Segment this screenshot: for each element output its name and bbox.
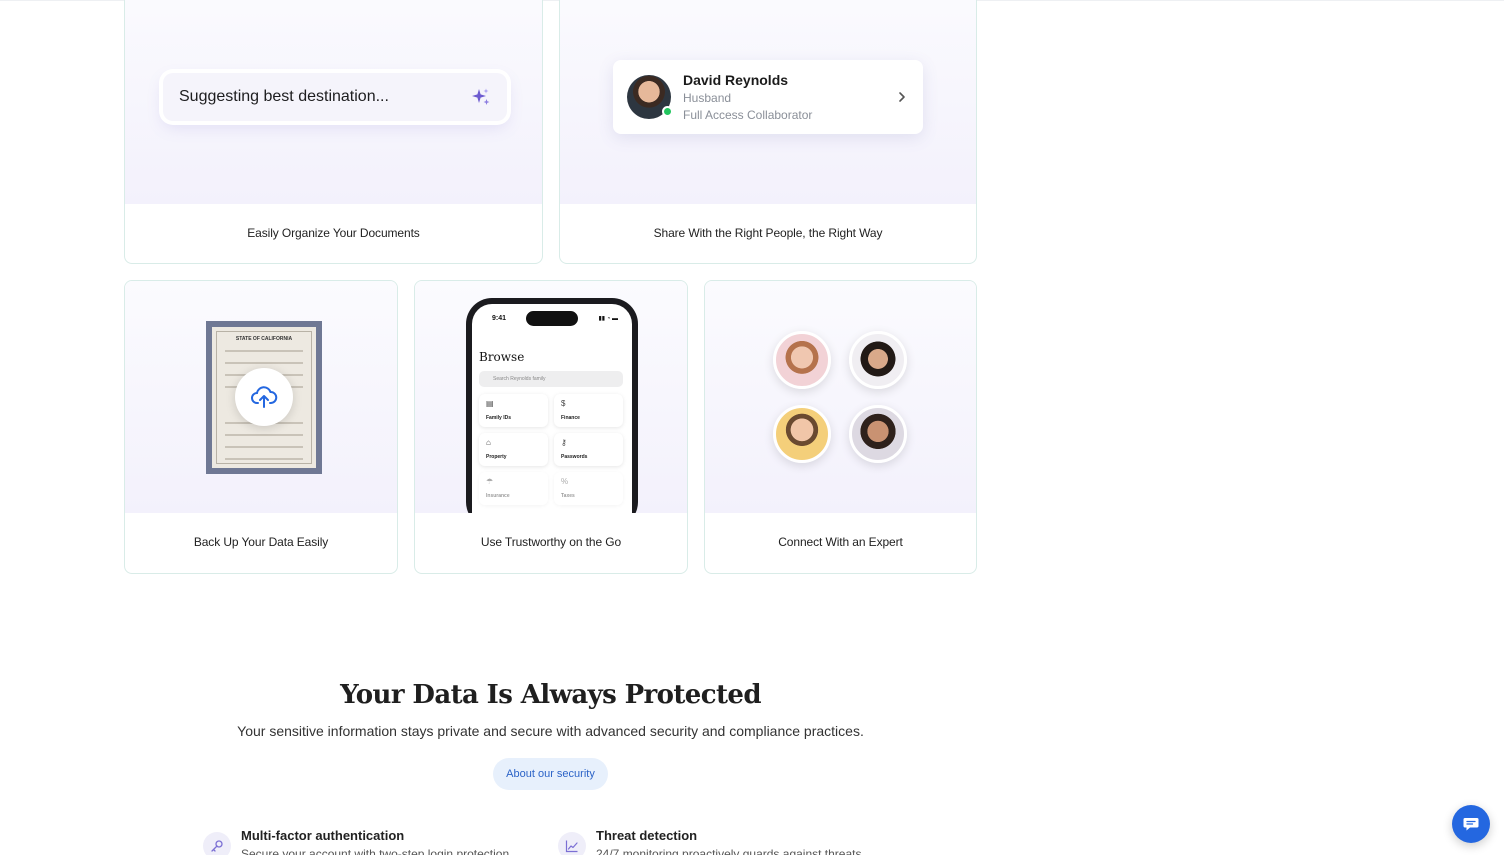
expert-avatar — [849, 331, 907, 389]
feature-threat-detection: Threat detection 24/7 monitoring proacti… — [558, 828, 861, 855]
feature-title: Multi-factor authentication — [241, 828, 405, 843]
online-status-dot — [662, 106, 673, 117]
certificate-title: STATE OF CALIFORNIA — [235, 336, 293, 342]
upload-button[interactable] — [235, 368, 293, 426]
tile-label: Property — [486, 454, 507, 460]
feature-description: Secure your account with two-step login … — [241, 847, 510, 855]
dynamic-island — [526, 311, 578, 326]
section-title: Your Data Is Always Protected — [340, 680, 761, 710]
chart-icon — [558, 832, 586, 855]
feature-card-backup[interactable]: STATE OF CALIFORNIA Back Up Your Data Ea… — [124, 280, 398, 574]
feature-card-share[interactable]: David Reynolds Husband Full Access Colla… — [559, 0, 977, 264]
tile-label: Passwords — [561, 454, 588, 460]
card-visual: Suggesting best destination... — [125, 0, 542, 204]
id-card-icon: ▤ — [486, 399, 494, 408]
card-caption: Share With the Right People, the Right W… — [653, 226, 883, 240]
dollar-icon: $ — [561, 399, 566, 408]
phone-screen: 9:41 ▮▮ ◔ ▬ Browse Search Reynolds famil… — [472, 304, 632, 513]
key-icon: ⚷ — [561, 438, 567, 447]
section-subtitle: Your sensitive information stays private… — [237, 723, 864, 739]
feature-card-organize[interactable]: Suggesting best destination... Easily Or… — [124, 0, 543, 264]
home-icon: ⌂ — [486, 438, 491, 447]
tile-label: Insurance — [486, 493, 510, 499]
chat-button[interactable] — [1452, 805, 1490, 843]
search-placeholder: Search Reynolds family — [493, 376, 546, 382]
tile-insurance[interactable]: ☂ Insurance — [479, 472, 548, 505]
tile-property[interactable]: ⌂ Property — [479, 433, 548, 466]
collaborator-card[interactable]: David Reynolds Husband Full Access Colla… — [613, 60, 923, 134]
phone-mockup: 9:41 ▮▮ ◔ ▬ Browse Search Reynolds famil… — [466, 298, 638, 513]
suggestion-pill: Suggesting best destination... — [163, 73, 507, 121]
feature-title: Threat detection — [596, 828, 698, 843]
chevron-right-icon[interactable] — [895, 90, 909, 104]
cloud-upload-icon — [251, 386, 278, 408]
search-input[interactable]: Search Reynolds family — [479, 371, 623, 387]
status-time: 9:41 — [492, 315, 507, 322]
tile-finance[interactable]: $ Finance — [554, 394, 623, 427]
suggestion-text: Suggesting best destination... — [179, 88, 389, 105]
percent-icon: % — [561, 477, 569, 486]
card-visual: STATE OF CALIFORNIA — [125, 281, 397, 513]
tile-label: Taxes — [561, 493, 575, 499]
umbrella-icon: ☂ — [486, 477, 494, 486]
card-caption: Use Trustworthy on the Go — [480, 535, 622, 549]
feature-card-mobile[interactable]: 9:41 ▮▮ ◔ ▬ Browse Search Reynolds famil… — [414, 280, 688, 574]
card-visual — [705, 281, 976, 513]
card-caption: Easily Organize Your Documents — [247, 226, 420, 240]
expert-avatar — [773, 405, 831, 463]
feature-mfa: Multi-factor authentication Secure your … — [203, 828, 509, 855]
collaborator-name: David Reynolds — [683, 72, 789, 88]
signal-battery-icon: ▮▮ ◔ ▬ — [598, 316, 618, 322]
avatar — [627, 75, 673, 119]
tile-passwords[interactable]: ⚷ Passwords — [554, 433, 623, 466]
expert-avatar — [773, 331, 831, 389]
feature-card-expert[interactable]: Connect With an Expert — [704, 280, 977, 574]
tile-label: Finance — [561, 415, 580, 421]
about-security-button[interactable]: About our security — [493, 758, 608, 790]
collaborator-access: Full Access Collaborator — [683, 108, 813, 122]
expert-avatar — [849, 405, 907, 463]
feature-description: 24/7 monitoring proactively guards again… — [596, 847, 862, 855]
tile-family-ids[interactable]: ▤ Family IDs — [479, 394, 548, 427]
collaborator-role: Husband — [683, 91, 732, 105]
chat-icon — [1463, 818, 1479, 831]
tile-taxes[interactable]: % Taxes — [554, 472, 623, 505]
tile-label: Family IDs — [486, 415, 512, 421]
browse-title: Browse — [479, 350, 525, 364]
card-caption: Back Up Your Data Easily — [193, 535, 329, 549]
card-caption: Connect With an Expert — [778, 535, 903, 549]
card-visual: David Reynolds Husband Full Access Colla… — [560, 0, 976, 204]
sparkle-icon — [472, 88, 490, 105]
card-visual: 9:41 ▮▮ ◔ ▬ Browse Search Reynolds famil… — [415, 281, 687, 513]
key-icon — [203, 832, 231, 855]
